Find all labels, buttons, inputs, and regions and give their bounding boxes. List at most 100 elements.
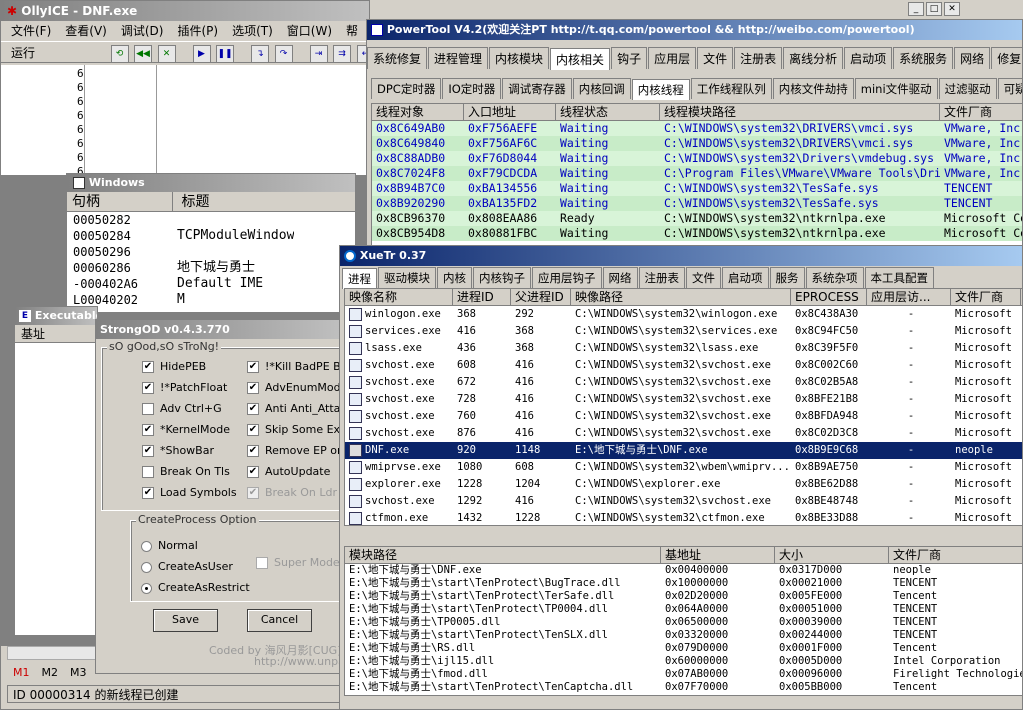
- column-header[interactable]: 大小: [775, 547, 889, 563]
- option-row[interactable]: ✔ AdvEnumModule: [247, 377, 344, 398]
- tab[interactable]: 服务: [769, 267, 805, 288]
- menu-item[interactable]: 选项(T): [232, 24, 273, 38]
- pause-icon[interactable]: ❚❚: [216, 45, 234, 63]
- checkbox[interactable]: ✔: [142, 382, 154, 394]
- checkbox[interactable]: ✔: [247, 466, 259, 478]
- table-row[interactable]: -000402A6 Default IME: [73, 276, 355, 292]
- tab[interactable]: 注册表: [638, 267, 685, 288]
- option-row[interactable]: ✔ *ShowBar: [142, 440, 237, 461]
- table-row[interactable]: explorer.exe 1228 1204 C:\WINDOWS\explorer.…: [345, 476, 1022, 493]
- col-title[interactable]: 标题: [177, 192, 209, 212]
- strongod-titlebar[interactable]: StrongOD v0.4.3.770: [96, 320, 344, 339]
- table-row[interactable]: 0x8C649840 0xF756AF6C Waiting C:\WINDOWS\sy…: [372, 136, 1022, 151]
- option-row[interactable]: ✔ !*Kill BadPE Bug: [247, 356, 344, 377]
- radio-button[interactable]: [141, 582, 152, 594]
- checkbox[interactable]: ✔: [247, 424, 259, 436]
- column-header[interactable]: 映像路径: [571, 289, 791, 305]
- column-header[interactable]: 进程ID: [453, 289, 511, 305]
- column-header[interactable]: 映像名称: [345, 289, 453, 305]
- tab[interactable]: 进程: [342, 268, 377, 289]
- column-header[interactable]: 线程状态: [556, 104, 660, 120]
- checkbox[interactable]: ✔: [247, 382, 259, 394]
- table-row[interactable]: svchost.exe 728 416 C:\WINDOWS\system32\svc…: [345, 391, 1022, 408]
- checkbox[interactable]: ✔: [142, 361, 154, 373]
- ollyice-titlebar[interactable]: ✱ OllyICE - DNF.exe: [1, 1, 369, 21]
- table-row[interactable]: 0x8B920290 0xBA135FD2 Waiting C:\WINDOWS\sy…: [372, 196, 1022, 211]
- column-header[interactable]: 应用层访...: [867, 289, 951, 305]
- table-row[interactable]: 00060286 地下城与勇士: [73, 260, 355, 276]
- column-header[interactable]: 文件厂商: [889, 547, 1022, 563]
- column-header[interactable]: 基地址: [661, 547, 775, 563]
- tab[interactable]: 过滤驱动: [938, 78, 997, 99]
- table-row[interactable]: E:\地下城与勇士\DNF.exe 0x00400000 0x0317D000 neo…: [345, 564, 1022, 577]
- tab[interactable]: 进程管理: [428, 47, 489, 69]
- tab[interactable]: 离线分析: [783, 47, 844, 69]
- option-row[interactable]: ✔ Break On Ldr: [247, 482, 344, 503]
- table-row[interactable]: winlogon.exe 368 292 C:\WINDOWS\system32\wi…: [345, 306, 1022, 323]
- tab[interactable]: 内核钩子: [473, 267, 531, 288]
- tab[interactable]: 启动项: [844, 47, 893, 69]
- close-window-icon[interactable]: ✕: [944, 2, 960, 16]
- col-base[interactable]: 基址: [21, 327, 45, 341]
- table-row[interactable]: 0x8CB96370 0x808EAA86 Ready C:\WINDOWS\syst…: [372, 211, 1022, 226]
- tab[interactable]: 内核模块: [489, 47, 550, 69]
- checkbox[interactable]: ✔: [142, 445, 154, 457]
- option-row[interactable]: ✔ !*PatchFloat: [142, 377, 237, 398]
- tab[interactable]: 内核线程: [631, 79, 690, 100]
- table-row[interactable]: svchost.exe 1292 416 C:\WINDOWS\system32\sv…: [345, 493, 1022, 510]
- checkbox[interactable]: ✔: [247, 361, 259, 373]
- tab[interactable]: 本工具配置: [864, 267, 934, 288]
- table-row[interactable]: lsass.exe 436 368 C:\WINDOWS\system32\lsass…: [345, 340, 1022, 357]
- tab[interactable]: 系统杂项: [805, 267, 864, 288]
- table-row[interactable]: E:\地下城与勇士\ijl15.dll 0x60000000 0x0005D000 I…: [345, 655, 1022, 668]
- table-row[interactable]: E:\地下城与勇士\TP0005.dll 0x06500000 0x00039000…: [345, 616, 1022, 629]
- table-row[interactable]: DNF.exe 920 1148 E:\地下城与勇士\DNF.exe 0x8B9E9C6…: [345, 442, 1022, 459]
- tab[interactable]: 系统服务: [893, 47, 954, 69]
- table-row[interactable]: 0x8B94B7C0 0xBA134556 Waiting C:\WINDOWS\sy…: [372, 181, 1022, 196]
- memory-tab[interactable]: M1: [13, 666, 30, 679]
- radio-row[interactable]: CreateAsUser: [141, 556, 250, 577]
- col-handle[interactable]: 句柄: [67, 192, 173, 212]
- memory-tab[interactable]: M3: [70, 666, 87, 679]
- tab[interactable]: 文件: [697, 47, 734, 69]
- tab[interactable]: 网络: [954, 47, 991, 69]
- radio-button[interactable]: [141, 561, 152, 573]
- table-row[interactable]: E:\地下城与勇士\start\TenProtect\TP0004.dll 0x0…: [345, 603, 1022, 616]
- table-row[interactable]: 0x8C649AB0 0xF756AEFE Waiting C:\WINDOWS\sy…: [372, 121, 1022, 136]
- option-row[interactable]: ✔ Load Symbols: [142, 482, 237, 503]
- table-row[interactable]: 0x8CB954D8 0x80881FBC Waiting C:\WINDOWS\sy…: [372, 226, 1022, 241]
- column-header[interactable]: 父进程ID: [511, 289, 571, 305]
- menu-item[interactable]: 窗口(W): [287, 24, 332, 38]
- step-into-icon[interactable]: ↴: [251, 45, 269, 63]
- tab[interactable]: 工作线程队列: [690, 78, 772, 99]
- tab[interactable]: 驱动模块: [378, 267, 436, 288]
- checkbox[interactable]: ✔: [247, 487, 259, 499]
- tab[interactable]: 系统修复: [367, 47, 428, 69]
- close-icon[interactable]: ✕: [157, 45, 176, 63]
- checkbox[interactable]: ✔: [142, 487, 154, 499]
- cpu-pane[interactable]: 66666666: [1, 65, 369, 178]
- rewind-icon[interactable]: ◀◀: [134, 45, 152, 63]
- option-row[interactable]: Adv Ctrl+G: [142, 398, 237, 419]
- tab[interactable]: 注册表: [734, 47, 783, 69]
- table-row[interactable]: services.exe 416 368 C:\WINDOWS\system32\se…: [345, 323, 1022, 340]
- trace-into-icon[interactable]: ⇥: [309, 45, 328, 63]
- table-row[interactable]: svchost.exe 672 416 C:\WINDOWS\system32\svc…: [345, 374, 1022, 391]
- save-button[interactable]: Save: [153, 609, 218, 632]
- play-icon[interactable]: ▶: [192, 45, 211, 63]
- column-header[interactable]: EPROCESS: [791, 289, 867, 305]
- table-row[interactable]: 00050284 TCPModuleWindow: [73, 228, 355, 244]
- checkbox[interactable]: [142, 466, 154, 478]
- powertool-titlebar[interactable]: PowerTool V4.2(欢迎关注PT http://t.qq.com/po…: [367, 20, 1022, 40]
- option-row[interactable]: ✔ AutoUpdate: [247, 461, 344, 482]
- tab[interactable]: 启动项: [722, 267, 769, 288]
- option-row[interactable]: ✔ Skip Some Exce: [247, 419, 344, 440]
- menu-item[interactable]: 调试(D): [121, 24, 164, 38]
- tab[interactable]: 应用层: [648, 47, 697, 69]
- cancel-button[interactable]: Cancel: [247, 609, 312, 632]
- tab[interactable]: 内核: [437, 267, 472, 288]
- checkbox[interactable]: ✔: [142, 424, 154, 436]
- table-row[interactable]: E:\地下城与勇士\start\TenProtect\TenSLX.dll 0x0…: [345, 629, 1022, 642]
- tab[interactable]: 修复: [991, 47, 1022, 69]
- xuetr-titlebar[interactable]: XueTr 0.37: [340, 246, 1022, 266]
